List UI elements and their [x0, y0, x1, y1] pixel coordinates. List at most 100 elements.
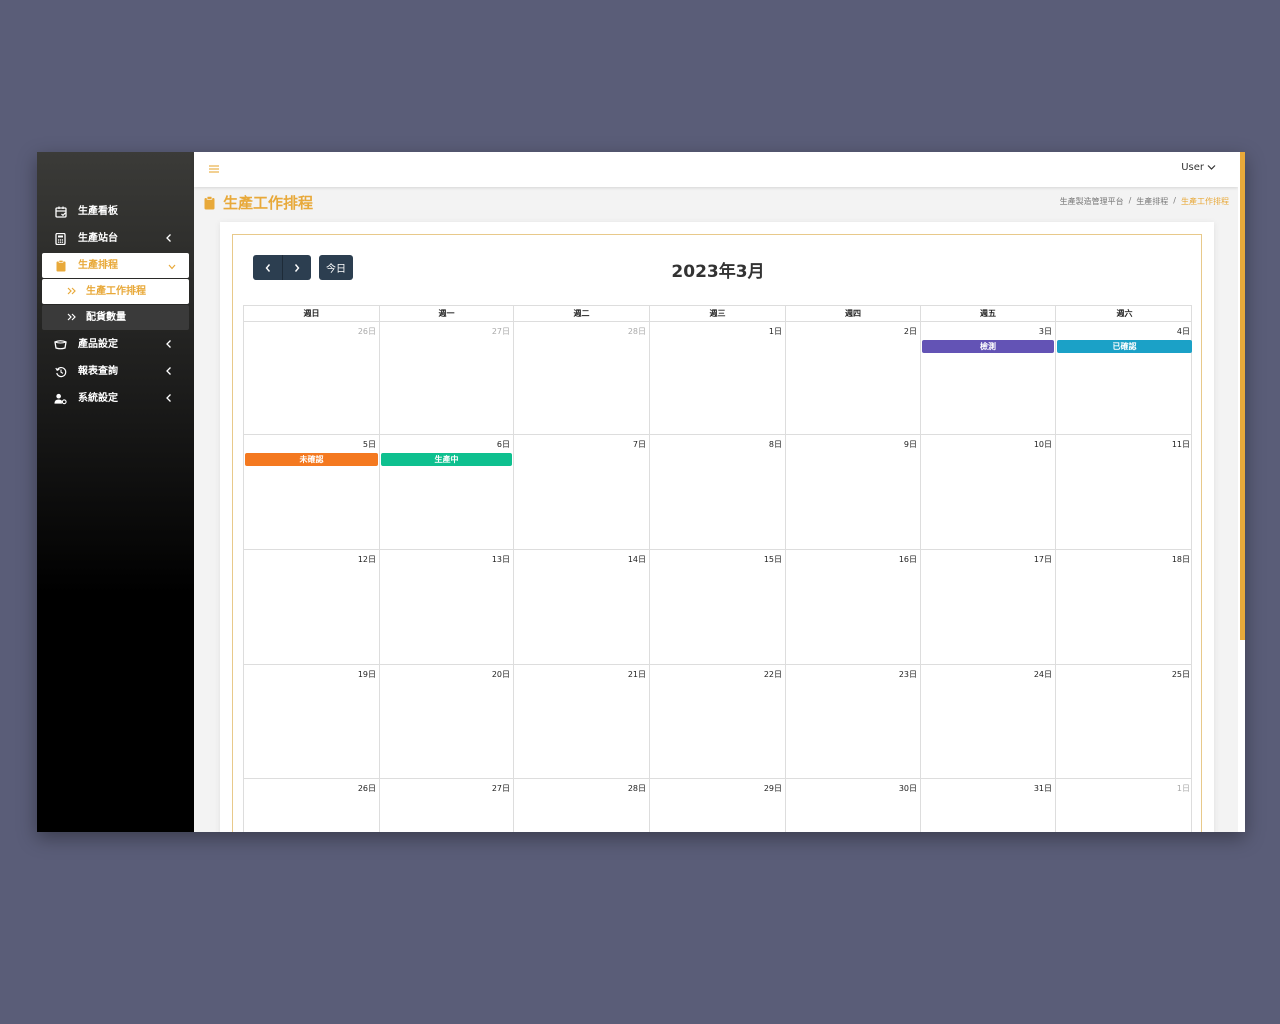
sidebar-item-station[interactable]: 生產站台 — [37, 225, 194, 252]
sidebar-item-label: 系統設定 — [78, 393, 118, 404]
day-cell[interactable]: 22日 — [650, 665, 786, 778]
day-cell[interactable]: 19日 — [244, 665, 380, 778]
day-cell[interactable]: 13日 — [380, 550, 514, 664]
day-cell[interactable]: 14日 — [514, 550, 650, 664]
day-cell[interactable]: 31日 — [921, 779, 1056, 832]
user-label: User — [1181, 162, 1204, 173]
day-cell[interactable]: 8日 — [650, 435, 786, 549]
page-title-text: 生產工作排程 — [223, 194, 314, 212]
weekday-label: 週日 — [244, 306, 380, 321]
scrollbar-thumb[interactable] — [1240, 152, 1245, 640]
calendar-week: 12日 13日 14日 15日 16日 17日 18日 — [243, 550, 1192, 665]
day-number: 3日 — [1038, 327, 1052, 336]
day-cell[interactable]: 29日 — [650, 779, 786, 832]
day-cell[interactable]: 5日 未確認 — [244, 435, 380, 549]
day-number: 5日 — [362, 440, 376, 449]
day-number: 8日 — [768, 440, 782, 449]
day-cell[interactable]: 30日 — [786, 779, 921, 832]
breadcrumb-item[interactable]: 生產排程 — [1136, 196, 1168, 207]
sidebar-item-product[interactable]: 產品設定 — [37, 331, 194, 358]
weekday-header: 週日 週一 週二 週三 週四 週五 週六 — [243, 305, 1192, 322]
chevron-left-icon — [166, 340, 171, 348]
day-number: 6日 — [496, 440, 510, 449]
day-cell[interactable]: 6日 生產中 — [380, 435, 514, 549]
chevron-left-icon — [166, 234, 171, 242]
sidebar-item-label: 生產看板 — [78, 206, 118, 217]
day-number: 10日 — [1033, 440, 1052, 449]
day-cell[interactable]: 18日 — [1056, 550, 1193, 664]
day-number: 11日 — [1171, 440, 1190, 449]
weekday-label: 週二 — [514, 306, 650, 321]
calendar-week: 26日 27日 28日 1日 2日 3日 檢測 4日 已確認 — [243, 322, 1192, 435]
sidebar-subitem-distribution[interactable]: 配貨數量 — [42, 305, 189, 330]
day-cell[interactable]: 2日 — [786, 322, 921, 434]
day-number: 27日 — [491, 327, 510, 336]
day-cell[interactable]: 24日 — [921, 665, 1056, 778]
sidebar-item-label: 生產站台 — [78, 233, 118, 244]
breadcrumb-separator: / — [1128, 196, 1132, 205]
day-number: 14日 — [627, 555, 646, 564]
day-cell[interactable]: 15日 — [650, 550, 786, 664]
scrollbar[interactable] — [1238, 152, 1245, 832]
sidebar-item-label: 報表查詢 — [78, 366, 118, 377]
sidebar-item-reports[interactable]: 報表查詢 — [37, 358, 194, 385]
weekday-label: 週三 — [650, 306, 786, 321]
weekday-label: 週四 — [786, 306, 921, 321]
calendar-event[interactable]: 生產中 — [381, 453, 512, 466]
day-cell[interactable]: 11日 — [1056, 435, 1193, 549]
day-cell[interactable]: 3日 檢測 — [921, 322, 1056, 434]
clipboard-icon — [54, 259, 67, 272]
history-icon — [54, 365, 67, 378]
product-icon — [54, 338, 67, 351]
day-number: 31日 — [1033, 784, 1052, 793]
sidebar-nav: 生產看板 生產站台 生產排程 生產工作排程 配貨數量 產品設定 報表查詢 系統設… — [37, 198, 194, 412]
day-number: 29日 — [763, 784, 782, 793]
hamburger-icon[interactable] — [208, 163, 220, 175]
sidebar-subitem-work-schedule[interactable]: 生產工作排程 — [42, 279, 189, 304]
day-cell[interactable]: 17日 — [921, 550, 1056, 664]
day-cell[interactable]: 26日 — [244, 322, 380, 434]
sidebar-item-label: 生產排程 — [78, 260, 118, 271]
day-number: 7日 — [632, 440, 646, 449]
day-cell[interactable]: 23日 — [786, 665, 921, 778]
day-cell[interactable]: 28日 — [514, 322, 650, 434]
day-cell[interactable]: 25日 — [1056, 665, 1193, 778]
calendar-event[interactable]: 已確認 — [1057, 340, 1192, 353]
sidebar-item-dashboard[interactable]: 生產看板 — [37, 198, 194, 225]
day-number: 16日 — [898, 555, 917, 564]
sidebar-item-schedule[interactable]: 生產排程 — [42, 253, 189, 278]
day-cell[interactable]: 1日 — [1056, 779, 1193, 832]
day-cell[interactable]: 28日 — [514, 779, 650, 832]
day-number: 21日 — [627, 670, 646, 679]
day-cell[interactable]: 10日 — [921, 435, 1056, 549]
day-number: 1日 — [768, 327, 782, 336]
day-cell[interactable]: 20日 — [380, 665, 514, 778]
day-cell[interactable]: 27日 — [380, 322, 514, 434]
day-cell[interactable]: 26日 — [244, 779, 380, 832]
day-cell[interactable]: 27日 — [380, 779, 514, 832]
sidebar-item-label: 產品設定 — [78, 339, 118, 350]
day-cell[interactable]: 16日 — [786, 550, 921, 664]
day-cell[interactable]: 21日 — [514, 665, 650, 778]
day-cell[interactable]: 7日 — [514, 435, 650, 549]
calendar-event[interactable]: 檢測 — [922, 340, 1054, 353]
sidebar-item-system[interactable]: 系統設定 — [37, 385, 194, 412]
calendar-title: 2023年3月 — [671, 262, 765, 282]
day-number: 25日 — [1171, 670, 1190, 679]
sidebar-subitem-label: 生產工作排程 — [86, 286, 146, 297]
breadcrumb-item[interactable]: 生產製造管理平台 — [1060, 196, 1124, 207]
day-number: 17日 — [1033, 555, 1052, 564]
day-number: 9日 — [903, 440, 917, 449]
calendar-event[interactable]: 未確認 — [245, 453, 378, 466]
day-cell[interactable]: 12日 — [244, 550, 380, 664]
page-title: 生產工作排程 — [204, 192, 313, 213]
day-number: 18日 — [1171, 555, 1190, 564]
day-cell[interactable]: 4日 已確認 — [1056, 322, 1193, 434]
day-cell[interactable]: 9日 — [786, 435, 921, 549]
sidebar: 生產看板 生產站台 生產排程 生產工作排程 配貨數量 產品設定 報表查詢 系統設… — [37, 152, 194, 832]
double-chevron-icon — [67, 313, 76, 321]
day-number: 27日 — [491, 784, 510, 793]
calendar: 今日 2023年3月 週日 週一 週二 週三 週四 週五 週六 26日 27日 … — [232, 234, 1202, 832]
user-menu[interactable]: User — [1181, 162, 1216, 173]
day-cell[interactable]: 1日 — [650, 322, 786, 434]
